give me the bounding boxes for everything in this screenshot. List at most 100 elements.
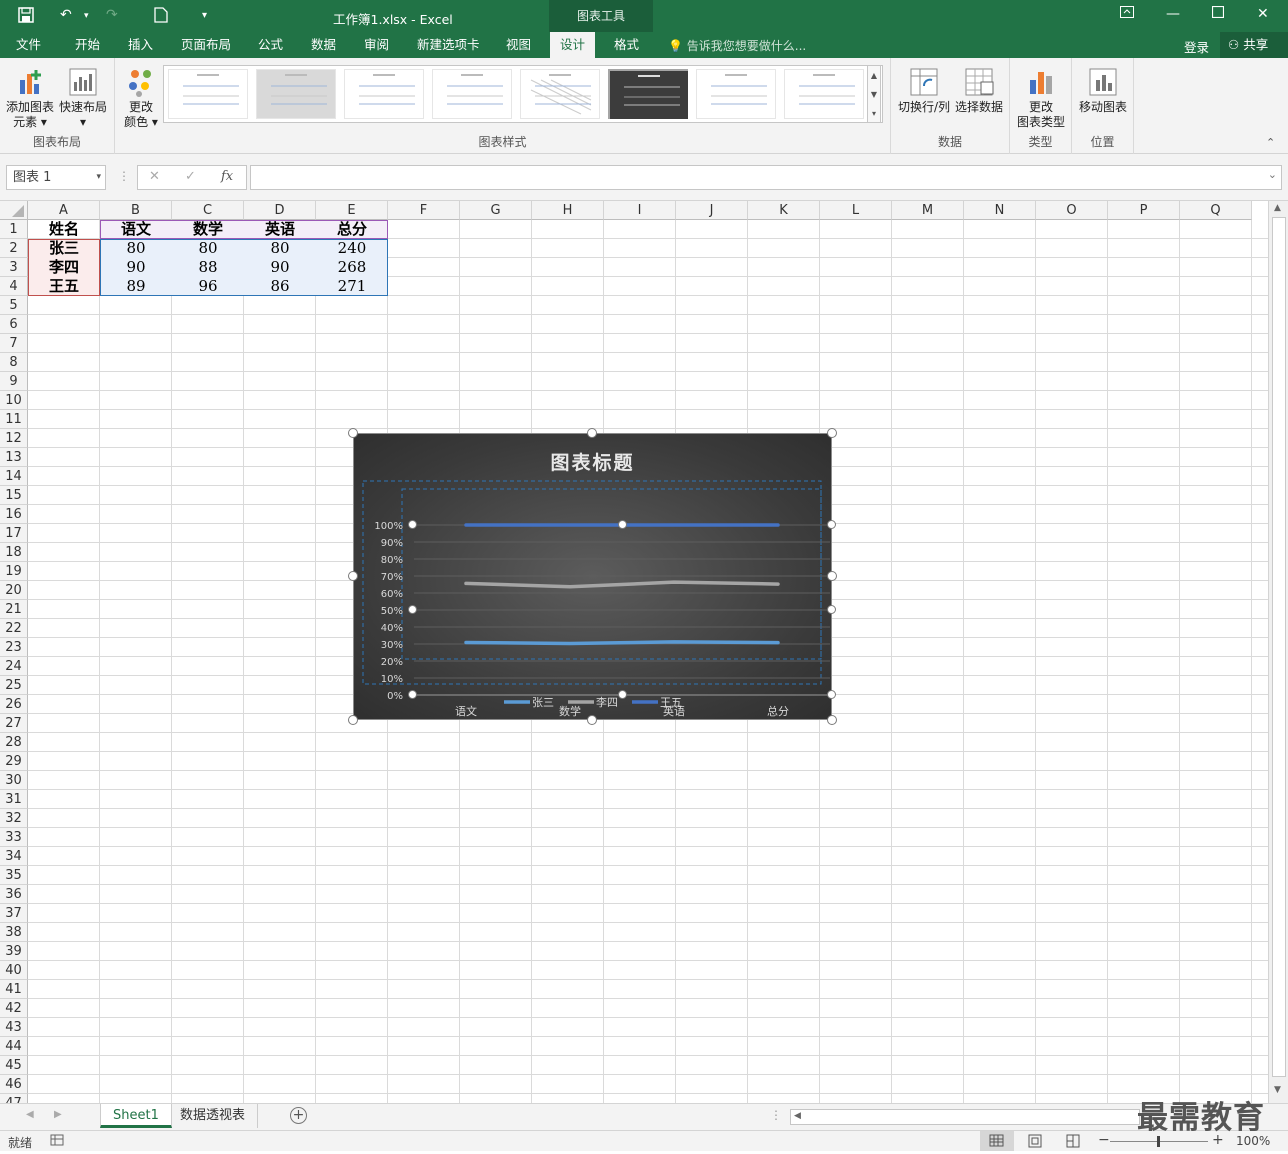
row-header-28[interactable]: 28 bbox=[0, 733, 28, 752]
row-header-20[interactable]: 20 bbox=[0, 581, 28, 600]
chart-resize-handle-tl[interactable] bbox=[348, 428, 358, 438]
data-cell[interactable]: 88 bbox=[172, 258, 244, 277]
tab-review[interactable]: 审阅 bbox=[364, 32, 389, 58]
maximize-icon[interactable] bbox=[1211, 5, 1225, 22]
row-header-21[interactable]: 21 bbox=[0, 600, 28, 619]
column-header-P[interactable]: P bbox=[1108, 201, 1180, 220]
insert-function-icon[interactable]: fx bbox=[221, 169, 233, 184]
row-header-17[interactable]: 17 bbox=[0, 524, 28, 543]
data-cell[interactable]: 80 bbox=[100, 239, 172, 258]
row-header-5[interactable]: 5 bbox=[0, 296, 28, 315]
scroll-up-icon[interactable]: ▲ bbox=[1274, 203, 1281, 213]
ribbon-display-icon[interactable] bbox=[1120, 6, 1134, 22]
row-header-34[interactable]: 34 bbox=[0, 847, 28, 866]
column-header-L[interactable]: L bbox=[820, 201, 892, 220]
row-header-37[interactable]: 37 bbox=[0, 904, 28, 923]
row-header-16[interactable]: 16 bbox=[0, 505, 28, 524]
row-header-9[interactable]: 9 bbox=[0, 372, 28, 391]
row-header-2[interactable]: 2 bbox=[0, 239, 28, 258]
chart-style-thumb[interactable] bbox=[432, 69, 512, 119]
scroll-left-icon[interactable]: ◀ bbox=[794, 1111, 801, 1121]
chart-resize-handle-b[interactable] bbox=[587, 715, 597, 725]
tab-format[interactable]: 格式 bbox=[614, 32, 639, 58]
chart-resize-handle-l[interactable] bbox=[348, 571, 358, 581]
tab-design[interactable]: 设计 bbox=[550, 32, 596, 58]
column-header-I[interactable]: I bbox=[604, 201, 676, 220]
column-header-C[interactable]: C bbox=[172, 201, 244, 220]
enter-icon[interactable]: ✓ bbox=[185, 169, 196, 184]
row-header-8[interactable]: 8 bbox=[0, 353, 28, 372]
plot-handle-tr[interactable] bbox=[827, 520, 836, 529]
redo-icon[interactable]: ↷ bbox=[106, 7, 118, 23]
data-cell[interactable]: 86 bbox=[244, 277, 316, 296]
chart-style-thumb[interactable] bbox=[168, 69, 248, 119]
share-button[interactable]: ⚇ 共享 bbox=[1220, 32, 1288, 58]
chart-resize-handle-tr[interactable] bbox=[827, 428, 837, 438]
column-header-K[interactable]: K bbox=[748, 201, 820, 220]
row-header-27[interactable]: 27 bbox=[0, 714, 28, 733]
series-line[interactable] bbox=[464, 640, 780, 646]
customize-qat-icon[interactable]: ▾ bbox=[202, 10, 207, 21]
data-cell[interactable]: 90 bbox=[100, 258, 172, 277]
data-cell[interactable]: 96 bbox=[172, 277, 244, 296]
normal-view-button[interactable] bbox=[980, 1131, 1014, 1151]
row-header-33[interactable]: 33 bbox=[0, 828, 28, 847]
plot-handle-b[interactable] bbox=[618, 690, 627, 699]
zoom-out-icon[interactable]: − bbox=[1098, 1132, 1110, 1148]
chart-style-thumb[interactable] bbox=[256, 69, 336, 119]
page-break-view-icon[interactable] bbox=[1066, 1134, 1080, 1151]
column-header-Q[interactable]: Q bbox=[1180, 201, 1252, 220]
data-cell[interactable]: 240 bbox=[316, 239, 388, 258]
row-header-46[interactable]: 46 bbox=[0, 1075, 28, 1094]
column-header-N[interactable]: N bbox=[964, 201, 1036, 220]
row-header-23[interactable]: 23 bbox=[0, 638, 28, 657]
add-chart-element-button[interactable]: 添加图表 元素 ▾ bbox=[4, 66, 56, 130]
plot-handle-bl[interactable] bbox=[408, 690, 417, 699]
page-layout-view-icon[interactable] bbox=[1028, 1134, 1042, 1151]
column-header-D[interactable]: D bbox=[244, 201, 316, 220]
switch-row-column-button[interactable]: 切换行/列 bbox=[895, 66, 953, 115]
tell-me-box[interactable]: 💡 告诉我您想要做什么... bbox=[668, 37, 806, 54]
header-cell[interactable]: 数学 bbox=[172, 220, 244, 239]
move-chart-button[interactable]: 移动图表 bbox=[1076, 66, 1130, 115]
row-header-26[interactable]: 26 bbox=[0, 695, 28, 714]
series-line[interactable] bbox=[464, 580, 780, 589]
chart-resize-handle-bl[interactable] bbox=[348, 715, 358, 725]
plot-handle-t[interactable] bbox=[618, 520, 627, 529]
header-cell[interactable]: 总分 bbox=[316, 220, 388, 239]
sign-in-link[interactable]: 登录 bbox=[1184, 37, 1209, 56]
column-header-J[interactable]: J bbox=[676, 201, 748, 220]
data-cell[interactable]: 王五 bbox=[28, 277, 100, 296]
data-cell[interactable]: 89 bbox=[100, 277, 172, 296]
data-cell[interactable]: 80 bbox=[244, 239, 316, 258]
column-header-G[interactable]: G bbox=[460, 201, 532, 220]
row-header-30[interactable]: 30 bbox=[0, 771, 28, 790]
header-cell[interactable]: 英语 bbox=[244, 220, 316, 239]
row-header-10[interactable]: 10 bbox=[0, 391, 28, 410]
column-header-O[interactable]: O bbox=[1036, 201, 1108, 220]
change-chart-type-button[interactable]: 更改 图表类型 bbox=[1014, 66, 1068, 130]
data-cell[interactable]: 271 bbox=[316, 277, 388, 296]
row-header-39[interactable]: 39 bbox=[0, 942, 28, 961]
tab-view[interactable]: 视图 bbox=[506, 32, 531, 58]
row-header-3[interactable]: 3 bbox=[0, 258, 28, 277]
close-icon[interactable]: ✕ bbox=[1257, 6, 1269, 22]
row-header-40[interactable]: 40 bbox=[0, 961, 28, 980]
chart-resize-handle-t[interactable] bbox=[587, 428, 597, 438]
macro-record-icon[interactable] bbox=[50, 1133, 64, 1150]
name-box[interactable]: 图表 1 ▾ bbox=[6, 165, 106, 190]
row-header-18[interactable]: 18 bbox=[0, 543, 28, 562]
row-header-6[interactable]: 6 bbox=[0, 315, 28, 334]
select-all-corner[interactable] bbox=[0, 201, 28, 220]
row-header-38[interactable]: 38 bbox=[0, 923, 28, 942]
tab-page-layout[interactable]: 页面布局 bbox=[181, 32, 231, 58]
add-sheet-icon[interactable]: + bbox=[290, 1107, 307, 1124]
row-header-35[interactable]: 35 bbox=[0, 866, 28, 885]
chart-style-thumb[interactable] bbox=[608, 69, 688, 119]
column-header-H[interactable]: H bbox=[532, 201, 604, 220]
cancel-icon[interactable]: ✕ bbox=[149, 169, 160, 184]
plot-handle-l[interactable] bbox=[408, 605, 417, 614]
tab-home[interactable]: 开始 bbox=[75, 32, 100, 58]
split-handle-icon[interactable]: ⋮ bbox=[770, 1108, 782, 1122]
chart-style-thumb[interactable] bbox=[784, 69, 864, 119]
